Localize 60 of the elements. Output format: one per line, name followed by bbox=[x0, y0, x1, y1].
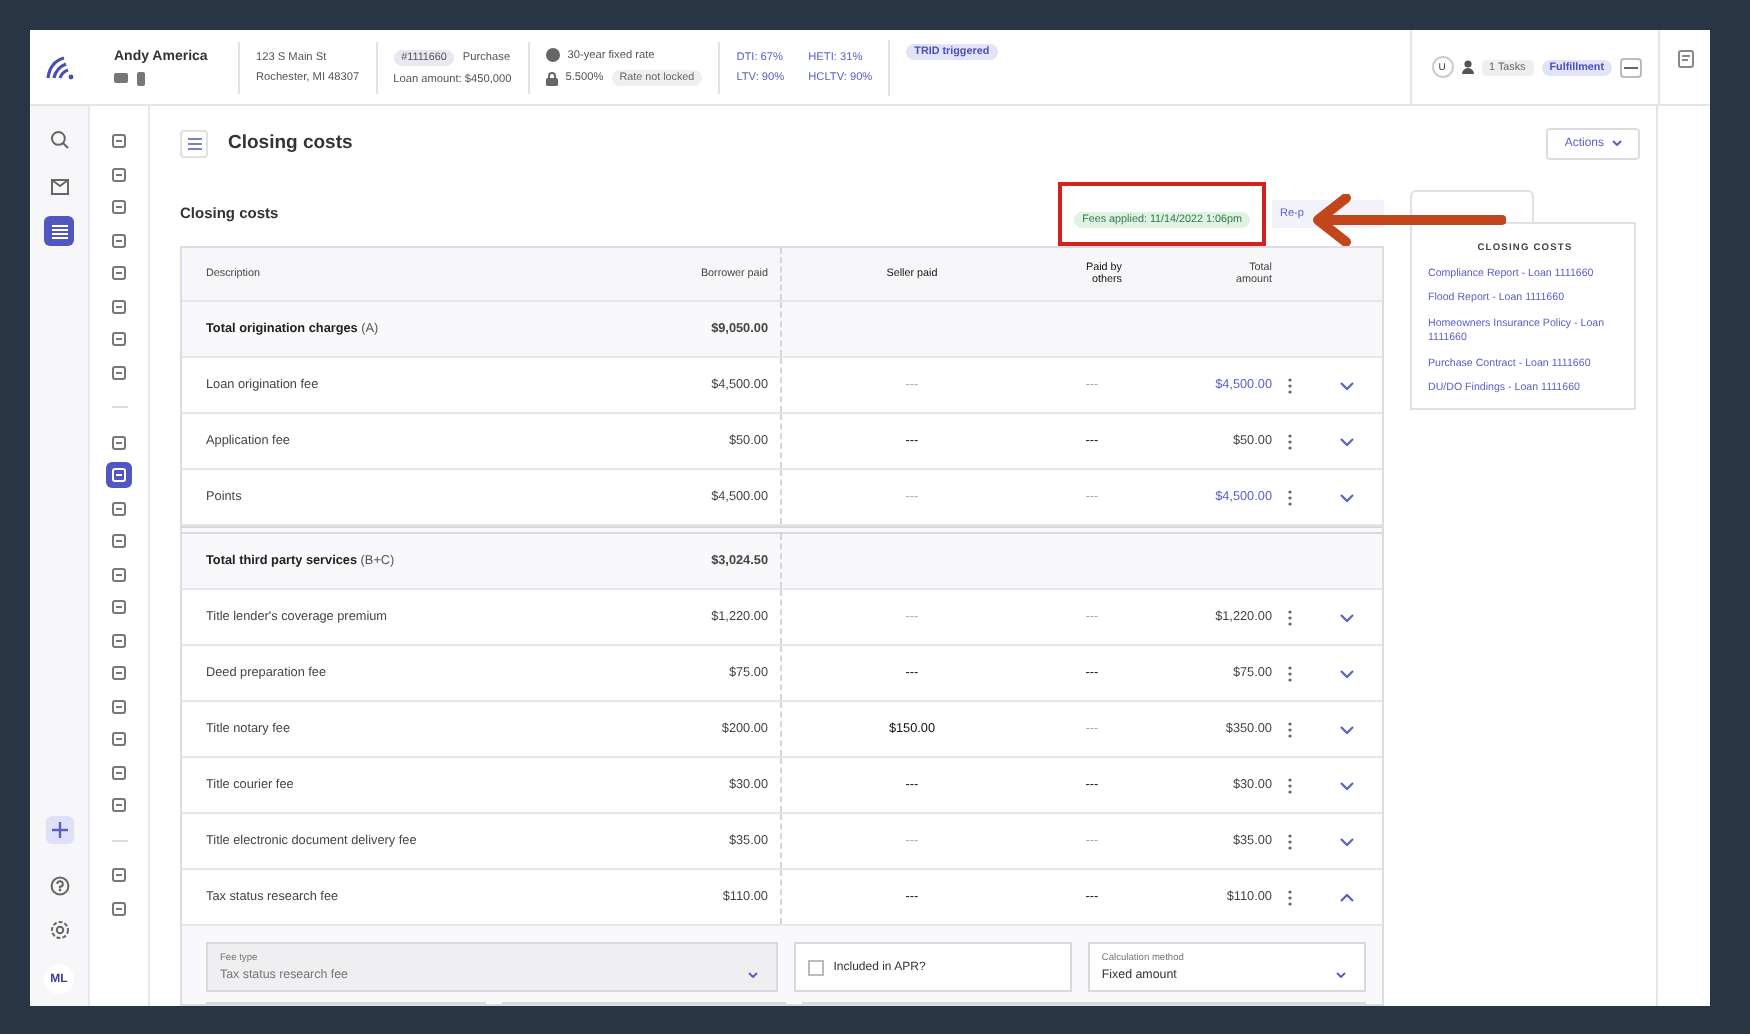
menu-icon[interactable] bbox=[187, 137, 201, 149]
square-icon[interactable] bbox=[112, 666, 126, 680]
square-icon[interactable] bbox=[112, 901, 126, 915]
square-icon[interactable] bbox=[112, 868, 126, 882]
square-icon[interactable] bbox=[112, 501, 126, 515]
chevron-down-icon[interactable] bbox=[1339, 613, 1353, 621]
square-icon[interactable] bbox=[112, 765, 126, 779]
section-nav-item[interactable] bbox=[106, 862, 132, 888]
plus-icon[interactable] bbox=[51, 822, 67, 838]
dash-icon[interactable] bbox=[1624, 65, 1638, 69]
square-icon[interactable] bbox=[112, 732, 126, 746]
chevron-up-icon[interactable] bbox=[1339, 893, 1353, 901]
caret-icon[interactable] bbox=[1612, 140, 1622, 146]
square-icon[interactable] bbox=[112, 167, 126, 181]
square-icon[interactable] bbox=[112, 534, 126, 548]
chevron-down-icon[interactable] bbox=[1339, 493, 1353, 501]
info-icon bbox=[545, 48, 560, 62]
caret-icon[interactable] bbox=[1336, 972, 1346, 978]
apr-checkbox[interactable] bbox=[807, 959, 824, 975]
section-nav-item[interactable] bbox=[106, 660, 132, 686]
chevron-down-icon[interactable] bbox=[1339, 381, 1353, 389]
page-title: Closing costs bbox=[228, 132, 353, 154]
add-button[interactable] bbox=[45, 816, 73, 844]
square-icon[interactable] bbox=[112, 134, 126, 148]
chevron-down-icon[interactable] bbox=[1339, 837, 1353, 845]
section-nav-item[interactable] bbox=[106, 326, 132, 352]
section-nav-item[interactable] bbox=[106, 528, 132, 554]
square-icon[interactable] bbox=[112, 699, 126, 713]
section-nav-item[interactable] bbox=[106, 594, 132, 620]
logo-icon bbox=[46, 55, 74, 79]
square-icon[interactable] bbox=[112, 798, 126, 812]
square-icon[interactable] bbox=[112, 633, 126, 647]
notes-icon[interactable] bbox=[1677, 50, 1693, 68]
section-nav-item[interactable] bbox=[106, 462, 132, 488]
square-icon[interactable] bbox=[112, 200, 126, 214]
more-button[interactable] bbox=[1620, 57, 1642, 77]
chevron-down-icon[interactable] bbox=[1339, 725, 1353, 733]
settings-icon[interactable] bbox=[49, 920, 69, 940]
square-icon[interactable] bbox=[112, 435, 126, 449]
square-icon[interactable] bbox=[112, 332, 126, 346]
menu-button[interactable] bbox=[180, 129, 208, 157]
section-nav-item[interactable] bbox=[106, 726, 132, 752]
square-icon[interactable] bbox=[112, 600, 126, 614]
section-nav-item[interactable] bbox=[106, 792, 132, 818]
chevron-down-icon[interactable] bbox=[1339, 781, 1353, 789]
square-icon[interactable] bbox=[112, 365, 126, 379]
square-icon[interactable] bbox=[112, 567, 126, 581]
mail-icon[interactable] bbox=[114, 72, 128, 84]
section-nav-item[interactable] bbox=[106, 194, 132, 220]
help-icon[interactable] bbox=[49, 876, 69, 896]
square-icon[interactable] bbox=[112, 266, 126, 280]
chevron-down-icon[interactable] bbox=[1339, 437, 1353, 445]
phone-icon[interactable] bbox=[136, 71, 146, 85]
section-nav-item[interactable] bbox=[106, 128, 132, 154]
square-icon[interactable] bbox=[112, 233, 126, 247]
person-icon bbox=[1461, 60, 1474, 74]
section-nav-item[interactable] bbox=[106, 260, 132, 286]
chevron-down-icon[interactable] bbox=[1339, 669, 1353, 677]
square-icon[interactable] bbox=[112, 299, 126, 313]
lock-icon bbox=[545, 71, 558, 85]
